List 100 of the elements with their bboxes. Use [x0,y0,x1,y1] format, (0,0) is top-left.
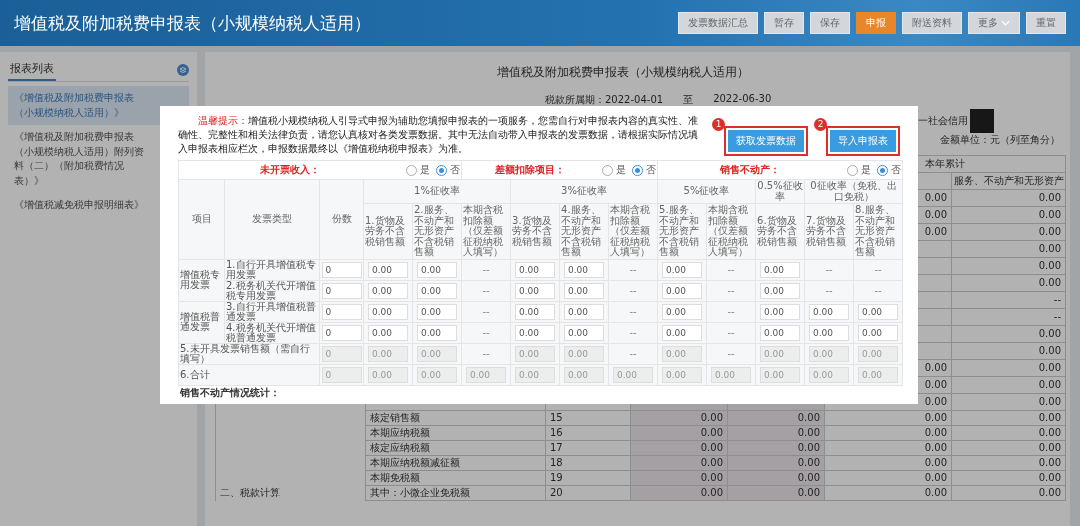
table-cell: 17 [550,442,563,453]
toggle-label: 未开票收入： [259,164,321,176]
column-header: 项目 [178,179,225,259]
dash-text: -- [727,263,735,275]
section-title: 销售不动产情况统计： [179,387,280,399]
amount-field[interactable]: 0.00 [662,324,703,341]
toolbar-button[interactable]: 保存 [810,12,850,34]
table-cell: 0.00 [924,226,947,237]
amount-field[interactable]: 0.00 [368,282,408,299]
amount-field[interactable]: 0.00 [417,324,457,341]
table-cell: 0.00 [797,457,820,468]
amount-field[interactable]: 0.00 [417,303,457,320]
table-cell: 0.00 [797,412,820,423]
table-cell: 核定应纳税额 [370,442,430,453]
page-title: 增值税及附加税费申报表（小规模纳税人适用） [14,11,371,35]
column-group-header: 0征收率（免税、出口免税） [804,179,903,204]
radio-option[interactable]: 否 [436,164,461,176]
table-cell: 0.00 [1038,487,1061,498]
radio-option[interactable]: 是 [602,164,627,176]
amount-field[interactable]: 0.00 [858,303,899,320]
amount-field[interactable]: 0.00 [564,282,605,299]
amount-field[interactable]: 0.00 [760,261,801,278]
amount-field[interactable]: 0.00 [417,261,457,278]
amount-field[interactable]: 0.00 [515,324,556,341]
table-cell: 核定销售额 [370,412,420,423]
amount-field[interactable]: 0.00 [809,324,850,341]
amount-field[interactable]: 0 [321,261,362,278]
more-menu-button[interactable]: 更多 [968,12,1020,34]
table-cell: 16 [550,427,563,438]
radio-option[interactable]: 是 [406,164,431,176]
amount-field[interactable]: 0 [321,324,362,341]
dash-text: -- [727,305,735,317]
column-header: 8.服务、不动产和无形资产不含税销售额 [853,203,903,259]
table-cell: 0.00 [700,442,723,453]
amount-field[interactable]: 0.00 [662,282,703,299]
table-cell: 0.00 [1038,379,1061,390]
amount-field[interactable]: 0.00 [662,261,703,278]
period-label: 税款所属期：2022-04-01 [545,93,664,107]
toolbar-button[interactable]: 附送资料 [902,12,962,34]
table-cell: 0.00 [1038,442,1061,453]
amount-field[interactable]: 0 [321,282,362,299]
amount-field[interactable]: 0.00 [564,324,605,341]
amount-field[interactable]: 0.00 [368,324,408,341]
table-cell: 0.00 [924,362,947,373]
toolbar-button[interactable]: 发票数据汇总 [678,12,758,34]
amount-field[interactable]: 0.00 [760,324,801,341]
column-header: 份数 [319,179,364,259]
amount-field[interactable]: 0.00 [809,303,850,320]
table-cell: 0.00 [1038,345,1061,356]
amount-field[interactable]: 0.00 [760,303,801,320]
table-cell: -- [1053,294,1061,305]
dash-text: -- [629,305,637,317]
dash-text: -- [874,263,882,275]
amount-field[interactable]: 0.00 [417,282,457,299]
table-cell: 二、税款计算 [220,487,280,498]
amount-field[interactable]: 0.00 [515,303,556,320]
column-header: 本期含税扣除额（仅差额征税纳税人填写） [706,203,756,259]
amount-field[interactable]: 0.00 [662,303,703,320]
table-cell: 20 [550,487,563,498]
table-cell: 0.00 [700,427,723,438]
radio-option[interactable]: 否 [877,164,902,176]
toggle-label: 差额扣除项目： [493,164,566,176]
table-cell: -- [1053,311,1061,322]
table-cell: 0.00 [1038,472,1061,483]
sidebar-tab[interactable]: 报表列表 [8,58,56,81]
amount-field[interactable]: 0.00 [760,282,801,299]
radio-option[interactable]: 是 [847,164,872,176]
table-cell: 0.00 [924,396,947,407]
table-cell: 0.00 [1038,412,1061,423]
table-cell: 0.00 [1038,192,1061,203]
layers-icon[interactable] [177,63,189,76]
table-cell: 0.00 [700,472,723,483]
dash-text: -- [874,284,882,296]
amount-field[interactable]: 0.00 [564,303,605,320]
toolbar-button[interactable]: 重置 [1026,12,1066,34]
toolbar-button[interactable]: 暂存 [764,12,804,34]
amount-field[interactable]: 0.00 [368,303,408,320]
table-cell: 15 [550,412,563,423]
row-label: 5.未开具发票销售额（需自行填写） [178,343,320,364]
form-title: 增值税及附加税费申报表（小规模纳税人适用） [495,64,750,81]
radio-option[interactable]: 否 [632,164,657,176]
row-group-label: 增值税普通发票 [178,301,225,343]
dash-text: -- [482,347,490,359]
table-cell: 0.00 [1038,362,1061,373]
dash-text: -- [727,347,735,359]
amount-field[interactable]: 0.00 [515,261,556,278]
table-cell: 本期应纳税额减征额 [370,457,460,468]
column-header: 6.货物及劳务不含税销售额 [755,203,805,259]
table-cell: 0.00 [1038,209,1061,220]
dash-text: -- [629,284,637,296]
amount-field[interactable]: 0.00 [564,261,605,278]
table-cell: 18 [550,457,563,468]
amount-field[interactable]: 0.00 [858,324,899,341]
amount-field[interactable]: 0 [321,303,362,320]
table-cell: 0.00 [924,192,947,203]
table-cell: 0.00 [1038,243,1061,254]
column-header: 4.服务、不动产和无形资产不含税销售额 [559,203,609,259]
table-cell: 0.00 [924,487,947,498]
amount-field[interactable]: 0.00 [368,261,408,278]
amount-field[interactable]: 0.00 [515,282,556,299]
